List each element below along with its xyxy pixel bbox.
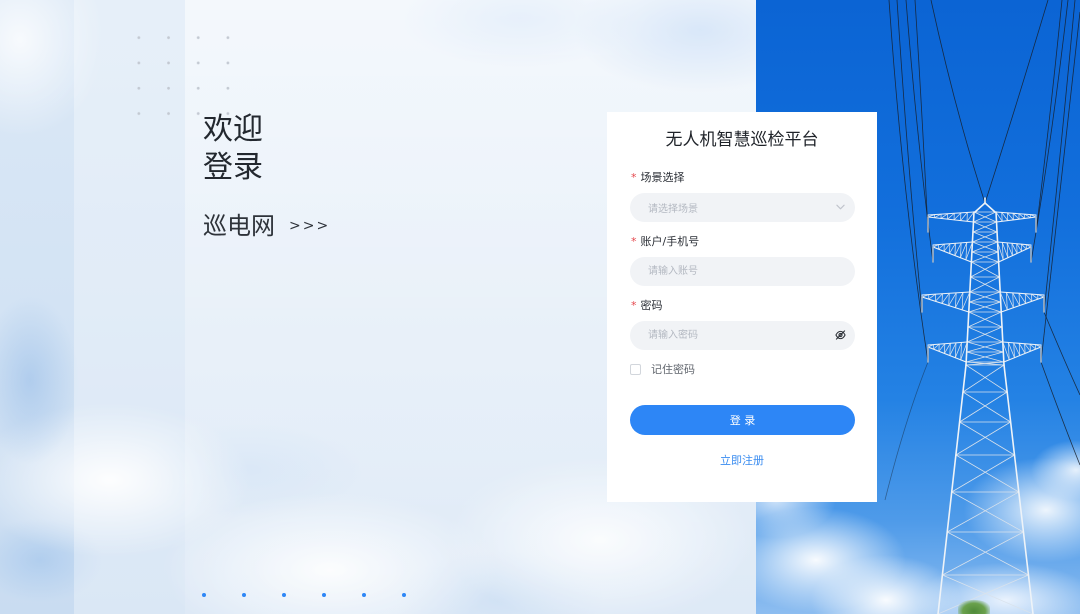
indicator-dot [202, 593, 206, 597]
arm-brace [944, 343, 951, 354]
power-line [1043, 0, 1076, 313]
remember-checkbox[interactable] [630, 364, 641, 375]
brand-name: 巡电网 [203, 212, 275, 240]
login-card: 无人机智慧巡检平台 *场景选择 请选择场景 *账户/手机号 *密码 记住密码 [607, 112, 877, 502]
tower-brace [942, 531, 1024, 576]
welcome-line-2: 登录 [203, 150, 263, 185]
treeline [958, 600, 990, 614]
arm-brace [955, 292, 964, 308]
password-label: * 密码 [630, 299, 663, 313]
arm-brace [948, 292, 957, 306]
required-mark: * [631, 299, 637, 312]
arm-brace [943, 243, 951, 252]
arm-brace [949, 243, 956, 254]
tower-brace [970, 261, 999, 278]
scene-select[interactable]: 请选择场景 [630, 193, 855, 222]
tower-brace [955, 454, 1019, 493]
power-line [914, 0, 929, 233]
indicator-dot [322, 593, 326, 597]
tower-brace [959, 421, 1015, 456]
tower-leg [1003, 364, 1034, 614]
login-page: 欢迎 登录 巡电网 >>> 无人机智慧巡检平台 * 场景选择 请选择场景 * 账户/… [0, 0, 1080, 614]
indicator-dot [282, 593, 286, 597]
indicator-dot [242, 593, 246, 597]
tower-brace [962, 364, 1005, 393]
password-input[interactable] [630, 321, 855, 350]
arrows-icon: >>> [289, 218, 331, 234]
arm-brace [1018, 293, 1020, 306]
register-link[interactable]: 立即注册 [720, 454, 764, 467]
required-mark: * [631, 171, 637, 184]
arm-brace [1018, 343, 1026, 354]
welcome-heading: 欢迎 登录 [203, 111, 263, 187]
transmission-tower [921, 197, 1045, 614]
arm-brace [1024, 343, 1026, 354]
password-label-text: 密码 [640, 299, 663, 312]
eye-off-icon[interactable] [835, 330, 846, 340]
arm-brace [1001, 212, 1003, 222]
arm-brace [1001, 212, 1009, 221]
tower-leg [937, 364, 967, 614]
power-lines [884, 0, 1080, 501]
power-line [905, 0, 934, 263]
ground-wire [984, 0, 1049, 204]
ground-wire [930, 0, 986, 204]
cross-arm [927, 216, 975, 223]
arm-brace [955, 292, 957, 308]
arm-brace [941, 293, 950, 304]
arm-brace [941, 293, 943, 304]
platform-title: 无人机智慧巡检平台 [665, 130, 819, 150]
arm-brace [1024, 293, 1033, 302]
account-label: * 账户/手机号 [630, 235, 699, 249]
brand-row: 巡电网 >>> [203, 210, 330, 242]
arm-brace [1024, 293, 1027, 304]
power-line [1035, 0, 1063, 233]
login-button[interactable]: 登 录 [630, 405, 855, 435]
tower-brace [971, 261, 1000, 278]
account-label-text: 账户/手机号 [640, 235, 700, 248]
tower-brace [951, 491, 1024, 533]
arm-brace [1018, 293, 1027, 304]
arm-brace [960, 212, 968, 221]
tower-brace [962, 391, 1011, 423]
power-line [1043, 311, 1080, 396]
arm-brace [1012, 292, 1020, 306]
remember-label[interactable]: 记住密码 [651, 362, 695, 377]
arm-brace [1024, 343, 1031, 352]
indicator-dot [362, 593, 366, 597]
arm-brace [953, 212, 962, 221]
power-line [1040, 361, 1080, 466]
arm-brace [1007, 212, 1014, 221]
arm-brace [948, 293, 950, 306]
account-input[interactable] [630, 257, 855, 286]
scene-label: * 场景选择 [630, 171, 685, 185]
welcome-line-1: 欢迎 [203, 112, 263, 147]
required-mark: * [631, 235, 637, 248]
tower-brace [947, 491, 1019, 533]
tower-brace [951, 454, 1015, 493]
indicator-dot [402, 593, 406, 597]
power-line [884, 361, 929, 501]
tower-peak [984, 202, 996, 213]
arm-brace [1016, 243, 1023, 252]
tower-brace [947, 531, 1029, 576]
scene-select-placeholder: 请选择场景 [648, 204, 698, 215]
decorative-dot-row [202, 593, 406, 597]
arm-brace [1006, 292, 1014, 308]
tower-brace [955, 421, 1011, 456]
chevron-down-icon [836, 204, 845, 210]
scene-label-text: 场景选择 [640, 171, 685, 184]
register-row: 立即注册 [607, 452, 877, 468]
tower-peak [974, 202, 986, 213]
tower-brace [959, 391, 1008, 423]
arm-brace [938, 343, 946, 352]
arm-brace [935, 293, 943, 302]
tower-brace [965, 364, 1008, 393]
arm-brace [949, 342, 957, 356]
arm-brace [1012, 292, 1014, 308]
